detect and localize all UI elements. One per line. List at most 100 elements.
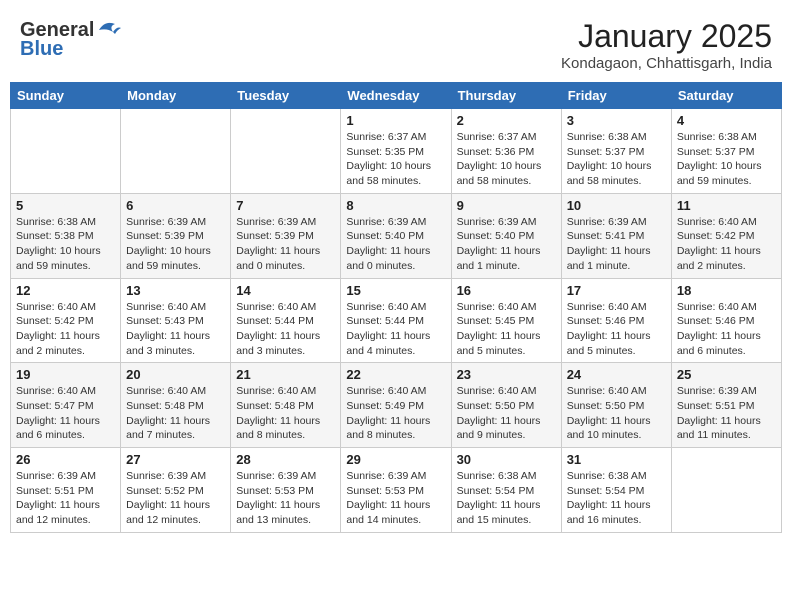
calendar-cell: 6 Sunrise: 6:39 AMSunset: 5:39 PMDaylight… [121, 193, 231, 278]
calendar-cell: 31 Sunrise: 6:38 AMSunset: 5:54 PMDayligh… [561, 448, 671, 533]
week-row-2: 5 Sunrise: 6:38 AMSunset: 5:38 PMDaylight… [11, 193, 782, 278]
day-info: Sunrise: 6:40 AMSunset: 5:44 PMDaylight:… [236, 300, 335, 359]
day-number: 10 [567, 198, 666, 213]
calendar: SundayMondayTuesdayWednesdayThursdayFrid… [10, 82, 782, 533]
calendar-cell: 13 Sunrise: 6:40 AMSunset: 5:43 PMDayligh… [121, 278, 231, 363]
day-info: Sunrise: 6:39 AMSunset: 5:51 PMDaylight:… [16, 469, 115, 528]
day-info: Sunrise: 6:39 AMSunset: 5:41 PMDaylight:… [567, 215, 666, 274]
day-info: Sunrise: 6:40 AMSunset: 5:42 PMDaylight:… [16, 300, 115, 359]
day-number: 1 [346, 113, 445, 128]
day-info: Sunrise: 6:38 AMSunset: 5:54 PMDaylight:… [567, 469, 666, 528]
day-number: 6 [126, 198, 225, 213]
day-number: 31 [567, 452, 666, 467]
calendar-cell: 4 Sunrise: 6:38 AMSunset: 5:37 PMDaylight… [671, 109, 781, 194]
day-number: 3 [567, 113, 666, 128]
calendar-cell: 11 Sunrise: 6:40 AMSunset: 5:42 PMDayligh… [671, 193, 781, 278]
day-number: 15 [346, 283, 445, 298]
day-number: 7 [236, 198, 335, 213]
calendar-cell [121, 109, 231, 194]
calendar-cell [11, 109, 121, 194]
calendar-cell: 8 Sunrise: 6:39 AMSunset: 5:40 PMDaylight… [341, 193, 451, 278]
location-title: Kondagaon, Chhattisgarh, India [561, 55, 772, 72]
day-info: Sunrise: 6:39 AMSunset: 5:52 PMDaylight:… [126, 469, 225, 528]
day-info: Sunrise: 6:39 AMSunset: 5:39 PMDaylight:… [126, 215, 225, 274]
day-number: 26 [16, 452, 115, 467]
calendar-cell: 15 Sunrise: 6:40 AMSunset: 5:44 PMDayligh… [341, 278, 451, 363]
day-number: 18 [677, 283, 776, 298]
calendar-cell: 2Sunrise: 6:37 AMSunset: 5:36 PMDaylight… [451, 109, 561, 194]
weekday-header-tuesday: Tuesday [231, 83, 341, 109]
day-info: Sunrise: 6:40 AMSunset: 5:50 PMDaylight:… [567, 384, 666, 443]
day-number: 11 [677, 198, 776, 213]
day-number: 12 [16, 283, 115, 298]
day-number: 8 [346, 198, 445, 213]
day-number: 29 [346, 452, 445, 467]
calendar-cell: 16 Sunrise: 6:40 AMSunset: 5:45 PMDayligh… [451, 278, 561, 363]
calendar-cell: 7Sunrise: 6:39 AMSunset: 5:39 PMDaylight… [231, 193, 341, 278]
calendar-cell: 25 Sunrise: 6:39 AMSunset: 5:51 PMDayligh… [671, 363, 781, 448]
day-number: 2 [457, 113, 556, 128]
day-info: Sunrise: 6:39 AMSunset: 5:40 PMDaylight:… [346, 215, 445, 274]
calendar-cell: 27 Sunrise: 6:39 AMSunset: 5:52 PMDayligh… [121, 448, 231, 533]
day-number: 14 [236, 283, 335, 298]
calendar-cell: 12 Sunrise: 6:40 AMSunset: 5:42 PMDayligh… [11, 278, 121, 363]
calendar-cell: 1 Sunrise: 6:37 AMSunset: 5:35 PMDaylight… [341, 109, 451, 194]
month-title: January 2025 [561, 18, 772, 55]
calendar-cell: 5 Sunrise: 6:38 AMSunset: 5:38 PMDaylight… [11, 193, 121, 278]
day-info: Sunrise: 6:38 AMSunset: 5:54 PMDaylight:… [457, 469, 556, 528]
day-info: Sunrise: 6:38 AMSunset: 5:37 PMDaylight:… [677, 130, 776, 189]
logo-bird-icon [95, 18, 123, 40]
day-info: Sunrise: 6:40 AMSunset: 5:46 PMDaylight:… [677, 300, 776, 359]
day-info: Sunrise: 6:40 AMSunset: 5:43 PMDaylight:… [126, 300, 225, 359]
day-number: 13 [126, 283, 225, 298]
day-info: Sunrise: 6:40 AMSunset: 5:42 PMDaylight:… [677, 215, 776, 274]
day-number: 4 [677, 113, 776, 128]
day-info: Sunrise: 6:39 AMSunset: 5:40 PMDaylight:… [457, 215, 556, 274]
weekday-header-saturday: Saturday [671, 83, 781, 109]
day-info: Sunrise: 6:40 AMSunset: 5:50 PMDaylight:… [457, 384, 556, 443]
day-info: Sunrise: 6:40 AMSunset: 5:44 PMDaylight:… [346, 300, 445, 359]
day-info: Sunrise: 6:40 AMSunset: 5:46 PMDaylight:… [567, 300, 666, 359]
weekday-header-thursday: Thursday [451, 83, 561, 109]
day-number: 20 [126, 367, 225, 382]
day-info: Sunrise: 6:39 AMSunset: 5:51 PMDaylight:… [677, 384, 776, 443]
week-row-1: 1 Sunrise: 6:37 AMSunset: 5:35 PMDaylight… [11, 109, 782, 194]
logo: General Blue [20, 18, 123, 61]
day-number: 24 [567, 367, 666, 382]
title-block: January 2025 Kondagaon, Chhattisgarh, In… [561, 18, 772, 72]
day-number: 25 [677, 367, 776, 382]
calendar-cell: 3Sunrise: 6:38 AMSunset: 5:37 PMDaylight… [561, 109, 671, 194]
week-row-5: 26 Sunrise: 6:39 AMSunset: 5:51 PMDayligh… [11, 448, 782, 533]
day-number: 19 [16, 367, 115, 382]
calendar-cell: 24 Sunrise: 6:40 AMSunset: 5:50 PMDayligh… [561, 363, 671, 448]
weekday-header-row: SundayMondayTuesdayWednesdayThursdayFrid… [11, 83, 782, 109]
day-number: 30 [457, 452, 556, 467]
calendar-cell: 14 Sunrise: 6:40 AMSunset: 5:44 PMDayligh… [231, 278, 341, 363]
calendar-cell: 30 Sunrise: 6:38 AMSunset: 5:54 PMDayligh… [451, 448, 561, 533]
day-info: Sunrise: 6:40 AMSunset: 5:47 PMDaylight:… [16, 384, 115, 443]
calendar-cell: 17 Sunrise: 6:40 AMSunset: 5:46 PMDayligh… [561, 278, 671, 363]
day-info: Sunrise: 6:40 AMSunset: 5:49 PMDaylight:… [346, 384, 445, 443]
header: General Blue January 2025 Kondagaon, Chh… [10, 10, 782, 78]
day-number: 17 [567, 283, 666, 298]
day-number: 22 [346, 367, 445, 382]
logo-blue: Blue [20, 38, 63, 61]
day-info: Sunrise: 6:40 AMSunset: 5:45 PMDaylight:… [457, 300, 556, 359]
day-number: 23 [457, 367, 556, 382]
day-number: 21 [236, 367, 335, 382]
calendar-cell: 26 Sunrise: 6:39 AMSunset: 5:51 PMDayligh… [11, 448, 121, 533]
day-info: Sunrise: 6:38 AMSunset: 5:38 PMDaylight:… [16, 215, 115, 274]
weekday-header-friday: Friday [561, 83, 671, 109]
day-info: Sunrise: 6:40 AMSunset: 5:48 PMDaylight:… [236, 384, 335, 443]
day-number: 28 [236, 452, 335, 467]
day-number: 5 [16, 198, 115, 213]
day-number: 27 [126, 452, 225, 467]
day-info: Sunrise: 6:39 AMSunset: 5:53 PMDaylight:… [346, 469, 445, 528]
calendar-cell: 20 Sunrise: 6:40 AMSunset: 5:48 PMDayligh… [121, 363, 231, 448]
calendar-cell: 22 Sunrise: 6:40 AMSunset: 5:49 PMDayligh… [341, 363, 451, 448]
day-number: 16 [457, 283, 556, 298]
calendar-cell: 19 Sunrise: 6:40 AMSunset: 5:47 PMDayligh… [11, 363, 121, 448]
day-info: Sunrise: 6:40 AMSunset: 5:48 PMDaylight:… [126, 384, 225, 443]
day-info: Sunrise: 6:37 AMSunset: 5:35 PMDaylight:… [346, 130, 445, 189]
calendar-cell: 28Sunrise: 6:39 AMSunset: 5:53 PMDayligh… [231, 448, 341, 533]
